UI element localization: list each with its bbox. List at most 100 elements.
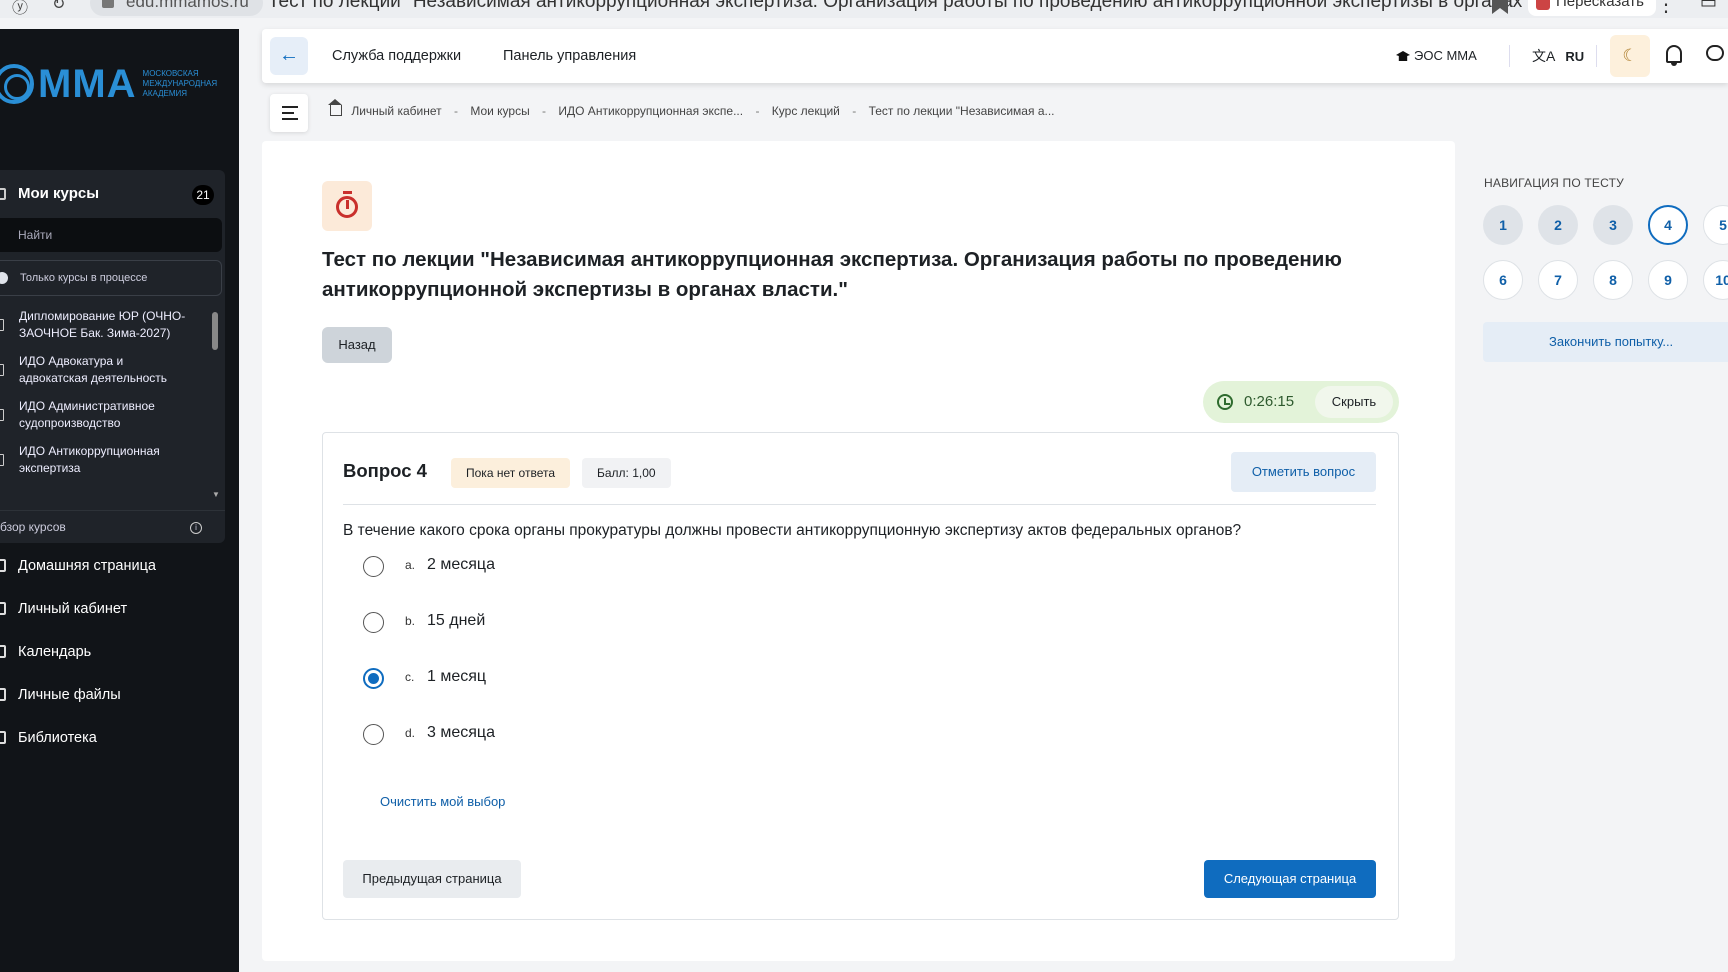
drawer-toggle-button[interactable]	[270, 94, 308, 132]
courses-icon	[0, 188, 6, 200]
course-name-line1: Дипломирование ЮР (ОЧНО-	[19, 309, 186, 323]
clear-choice-link[interactable]: Очистить мой выбор	[380, 794, 505, 809]
previous-page-button[interactable]: Предыдущая страница	[343, 860, 521, 898]
course-list-scrollbar[interactable]	[212, 312, 218, 350]
divider	[1596, 45, 1597, 67]
option-letter: c.	[405, 670, 415, 684]
menu-line	[282, 112, 294, 114]
graduation-cap-icon	[1396, 51, 1410, 61]
course-name-line2: судопроизводство	[19, 416, 121, 430]
course-item[interactable]: ИДО Адвокатура и адвокатская деятельност…	[0, 353, 200, 387]
question-box: Вопрос 4 Пока нет ответа Балл: 1,00 Отме…	[322, 432, 1399, 920]
question-nav-button[interactable]: 2	[1538, 205, 1578, 245]
yandex-icon[interactable]: ⓨ	[12, 0, 32, 17]
chat-icon[interactable]: ▭	[1700, 0, 1717, 13]
back-arrow-button[interactable]: ←	[270, 37, 308, 75]
my-courses-header[interactable]: Мои курсы 21	[0, 170, 225, 218]
calendar-icon	[0, 645, 6, 658]
scroll-down-icon[interactable]: ▼	[212, 490, 220, 499]
course-overview-link[interactable]: бзор курсов i	[0, 510, 225, 543]
option-text[interactable]: 3 месяца	[427, 724, 495, 742]
course-name-line1: ИДО Адвокатура и	[19, 354, 124, 368]
radio-button-selected[interactable]	[363, 668, 384, 689]
more-options-icon[interactable]: ⋮	[1656, 0, 1676, 17]
language-label: RU	[1565, 49, 1585, 64]
breadcrumb-separator: -	[453, 104, 458, 118]
quiz-card: Тест по лекции "Независимая антикоррупци…	[262, 141, 1455, 961]
finish-attempt-button[interactable]: Закончить попытку...	[1483, 322, 1728, 362]
dashboard-icon	[0, 602, 6, 615]
messages-icon[interactable]	[1706, 45, 1724, 61]
option-text[interactable]: 15 дней	[427, 612, 485, 630]
breadcrumb-item[interactable]: Личный кабинет	[351, 104, 441, 118]
in-progress-filter[interactable]: Только курсы в процессе	[0, 260, 222, 296]
question-nav-button[interactable]: 5	[1703, 205, 1728, 245]
divider	[343, 504, 1376, 505]
divider	[1509, 45, 1510, 67]
breadcrumb-item[interactable]: Курс лекций	[772, 104, 840, 118]
course-item[interactable]: ИДО Антикоррупционная экспертиза	[0, 443, 200, 477]
option-letter: d.	[405, 726, 416, 740]
bell-icon[interactable]	[1666, 45, 1682, 66]
toggle-radio-icon[interactable]	[0, 272, 8, 284]
course-item[interactable]: Дипломирование ЮР (ОЧНО- ЗАОЧНОЕ Бак. Зи…	[0, 308, 200, 342]
option-text[interactable]: 1 месяц	[427, 668, 486, 686]
question-nav-button[interactable]: 3	[1593, 205, 1633, 245]
hide-timer-button[interactable]: Скрыть	[1315, 386, 1393, 418]
nav-files[interactable]: Личные файлы	[0, 676, 225, 714]
course-search-input[interactable]: Найти	[0, 218, 222, 252]
nav-library[interactable]: Библиотека	[0, 719, 225, 757]
answer-status-badge: Пока нет ответа	[451, 458, 571, 488]
course-item[interactable]: ИДО Административное судопроизводство	[0, 398, 200, 432]
breadcrumb-item[interactable]: Тест по лекции "Независимая а...	[869, 104, 1055, 118]
nav-home[interactable]: Домашняя страница	[0, 547, 225, 585]
option-text[interactable]: 2 месяца	[427, 556, 495, 574]
question-nav-button[interactable]: 1	[1483, 205, 1523, 245]
question-nav-button[interactable]: 8	[1593, 260, 1633, 300]
eos-link[interactable]: ЭОС ММА	[1396, 29, 1477, 83]
page-tab-title: Тест по лекции "Независимая антикоррупци…	[268, 0, 1644, 12]
menu-line	[282, 118, 298, 120]
breadcrumb-item[interactable]: ИДО Антикоррупционная экспе...	[558, 104, 743, 118]
question-nav-button[interactable]: 9	[1648, 260, 1688, 300]
home-icon[interactable]	[328, 99, 342, 116]
question-nav-button[interactable]: 10	[1703, 260, 1728, 300]
moon-icon: ☾	[1622, 46, 1638, 65]
course-name-line1: ИДО Антикоррупционная	[19, 444, 160, 458]
url-text: edu.mmamos.ru	[126, 0, 249, 11]
next-page-button[interactable]: Следующая страница	[1204, 860, 1376, 898]
question-nav-button[interactable]: 7	[1538, 260, 1578, 300]
logo-subtitle: МОСКОВСКАЯ МЕЖДУНАРОДНАЯ АКАДЕМИЯ	[142, 69, 218, 98]
dashboard-link[interactable]: Панель управления	[503, 29, 636, 83]
back-button[interactable]: Назад	[322, 327, 392, 363]
nav-files-label: Личные файлы	[18, 687, 121, 703]
top-navbar: ← Служба поддержки Панель управления ЭОС…	[262, 29, 1728, 83]
nav-calendar[interactable]: Календарь	[0, 633, 225, 671]
dark-mode-toggle[interactable]: ☾	[1610, 35, 1650, 77]
mma-logo[interactable]: ММА МОСКОВСКАЯ МЕЖДУНАРОДНАЯ АКАДЕМИЯ	[0, 58, 223, 110]
breadcrumb-item[interactable]: Мои курсы	[470, 104, 529, 118]
breadcrumb: Личный кабинет - Мои курсы - ИДО Антикор…	[328, 99, 1055, 118]
logo-name: ММА	[38, 61, 137, 106]
address-bar[interactable]: edu.mmamos.ru	[90, 0, 263, 16]
flag-question-button[interactable]: Отметить вопрос	[1231, 452, 1376, 492]
nav-dashboard[interactable]: Личный кабинет	[0, 590, 225, 628]
course-name-line2: адвокатская деятельность	[19, 371, 168, 385]
question-nav-button[interactable]: 6	[1483, 260, 1523, 300]
radio-button[interactable]	[363, 556, 384, 577]
breadcrumb-separator: -	[755, 104, 760, 118]
radio-button[interactable]	[363, 724, 384, 745]
nav-dashboard-label: Личный кабинет	[18, 601, 128, 617]
stopwatch-icon	[322, 181, 372, 231]
book-icon	[0, 409, 4, 421]
radio-button[interactable]	[363, 612, 384, 633]
language-selector[interactable]: 文A RU	[1532, 29, 1584, 83]
test-navigation-title: НАВИГАЦИЯ ПО ТЕСТУ	[1484, 176, 1624, 190]
retell-button[interactable]: Пересказать	[1528, 0, 1656, 16]
course-name-line1: ИДО Административное	[19, 399, 155, 413]
info-icon[interactable]: i	[190, 522, 202, 534]
globe-logo-icon	[0, 64, 34, 104]
reload-icon[interactable]: ↻	[52, 0, 72, 14]
support-link[interactable]: Служба поддержки	[332, 29, 461, 83]
question-nav-button-current[interactable]: 4	[1648, 205, 1688, 245]
